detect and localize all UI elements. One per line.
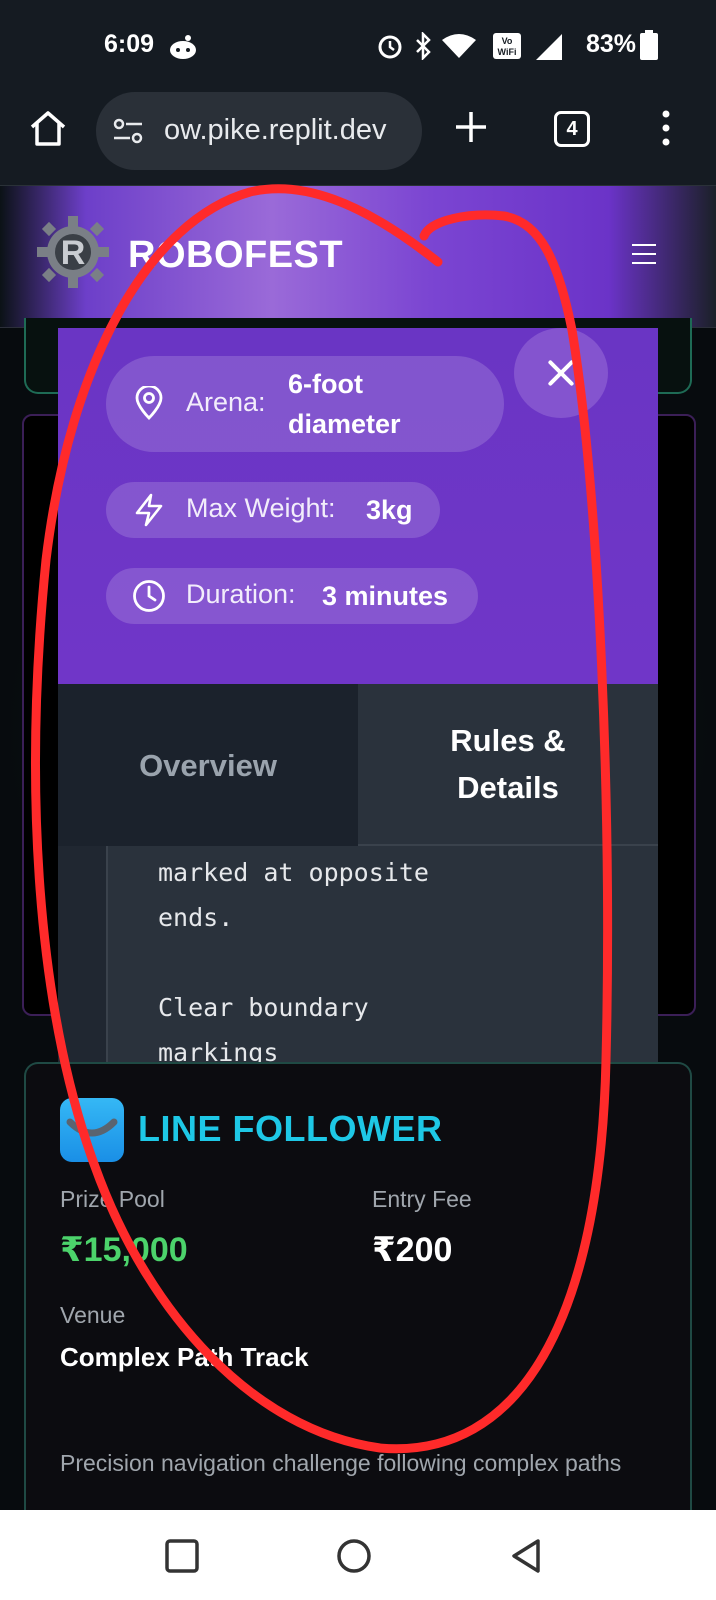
rules-content[interactable]: marked at opposite ends. Clear boundary … xyxy=(58,846,658,1062)
entry-fee-value: ₹200 xyxy=(372,1231,453,1269)
tab-label-line: Details xyxy=(457,770,559,805)
signal-icon xyxy=(536,34,562,60)
url-text[interactable]: ow.pike.replit.dev xyxy=(164,114,414,147)
modal-tabs: Overview Rules & Details xyxy=(58,684,658,846)
recents-icon[interactable] xyxy=(162,1536,202,1576)
event-details-modal: Arena: 6-foot diameter Max Weight: 3kg D… xyxy=(58,328,658,1062)
wifi-icon xyxy=(442,34,476,58)
svg-text:Vo: Vo xyxy=(502,36,513,46)
site-settings-icon[interactable] xyxy=(112,116,144,146)
system-nav-bar xyxy=(0,1510,716,1600)
rules-rail xyxy=(58,846,108,1062)
vowifi-icon: Vo WiFi xyxy=(493,33,521,59)
spec-label: Arena: xyxy=(186,387,266,417)
tab-label: Overview xyxy=(139,747,277,783)
logo-letter: R xyxy=(61,234,86,272)
entry-fee-label: Entry Fee xyxy=(372,1186,472,1212)
robofest-logo[interactable]: R xyxy=(36,214,110,290)
spec-value-line: diameter xyxy=(288,409,401,439)
status-bar: 6:09 Vo WiFi 83% xyxy=(0,0,716,92)
line-follower-icon xyxy=(60,1098,124,1162)
home-nav-icon[interactable] xyxy=(334,1536,374,1576)
location-pin-icon xyxy=(135,386,163,420)
spec-value: 3kg xyxy=(366,495,413,525)
prize-pool-label: Prize Pool xyxy=(60,1186,165,1212)
tab-rules-details[interactable]: Rules & Details xyxy=(358,684,658,846)
bluetooth-icon xyxy=(416,32,431,60)
svg-text:WiFi: WiFi xyxy=(498,47,517,57)
more-menu-icon[interactable] xyxy=(660,110,672,146)
modal-header: Arena: 6-foot diameter Max Weight: 3kg D… xyxy=(58,328,658,684)
new-tab-icon[interactable] xyxy=(454,110,488,144)
spec-value: 6-foot diameter xyxy=(288,364,401,444)
close-icon xyxy=(546,358,576,388)
alarm-icon xyxy=(378,35,402,59)
lightning-icon xyxy=(135,493,163,527)
prize-pool-value: ₹15,000 xyxy=(60,1231,188,1269)
spec-value-line: 6-foot xyxy=(288,369,363,399)
back-icon[interactable] xyxy=(506,1536,546,1576)
spec-label: Duration: xyxy=(186,579,296,609)
home-icon[interactable] xyxy=(28,108,68,148)
spec-max-weight: Max Weight: 3kg xyxy=(106,482,440,538)
spec-label: Max Weight: xyxy=(186,493,336,523)
event-card-line-follower[interactable]: LINE FOLLOWER Prize Pool ₹15,000 Entry F… xyxy=(24,1062,692,1510)
battery-percent: 83% xyxy=(586,30,637,58)
site-header: R ROBOFEST xyxy=(0,186,716,328)
status-time: 6:09 xyxy=(104,30,155,58)
tab-label: Rules & Details xyxy=(450,717,565,811)
menu-icon[interactable] xyxy=(632,244,656,264)
notification-bot-icon xyxy=(170,35,196,59)
battery-icon xyxy=(640,30,658,60)
rules-text: marked at opposite ends. Clear boundary … xyxy=(158,858,429,1062)
spec-arena: Arena: 6-foot diameter xyxy=(106,356,504,452)
venue-label: Venue xyxy=(60,1302,126,1328)
spec-value: 3 minutes xyxy=(322,581,449,611)
event-description: Precision navigation challenge following… xyxy=(60,1450,622,1476)
tab-label-line: Rules & xyxy=(450,723,566,758)
close-button[interactable] xyxy=(514,328,608,418)
spec-duration: Duration: 3 minutes xyxy=(106,568,478,624)
tab-overview[interactable]: Overview xyxy=(58,684,358,846)
url-bar[interactable]: ow.pike.replit.dev xyxy=(96,92,422,170)
browser-toolbar: ow.pike.replit.dev 4 xyxy=(0,92,716,186)
clock-icon xyxy=(133,580,165,612)
event-title: LINE FOLLOWER xyxy=(138,1108,443,1149)
venue-value: Complex Path Track xyxy=(60,1342,309,1372)
brand-name[interactable]: ROBOFEST xyxy=(128,234,343,277)
tab-switcher-button[interactable]: 4 xyxy=(554,111,590,147)
